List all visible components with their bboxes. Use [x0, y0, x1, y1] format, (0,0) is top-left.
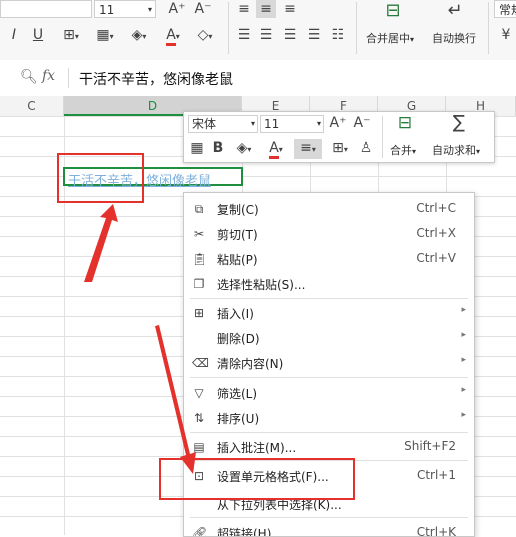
annotation-arrows — [84, 204, 196, 474]
arrow-up-icon — [84, 204, 118, 282]
arrow-down-icon — [148, 325, 196, 474]
